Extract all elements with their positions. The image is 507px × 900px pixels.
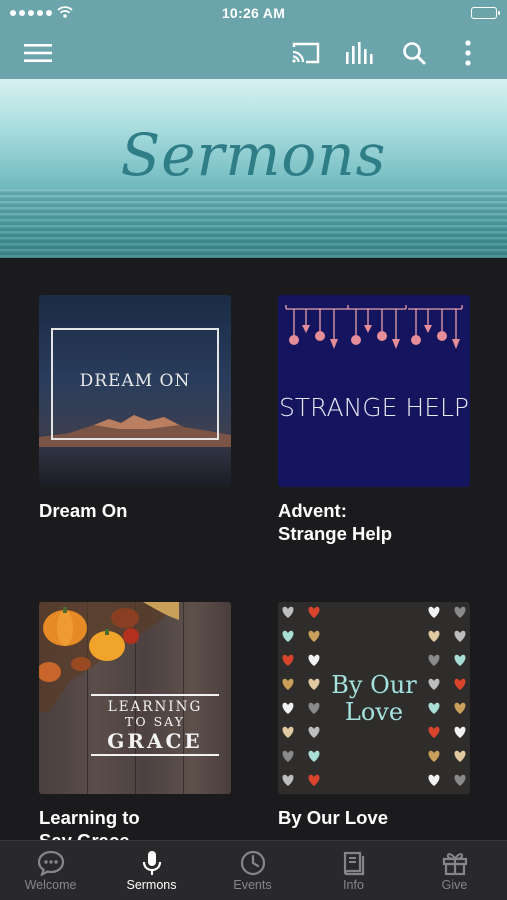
heart-shape [428,678,440,690]
sermons-banner: Sermons [0,79,507,258]
artwork-text-line: By Our [331,671,417,699]
sermon-title: By Our Love [278,806,470,829]
tab-label: Give [441,878,468,892]
heart-shape [308,606,320,618]
sermon-title: Dream On [39,499,231,522]
cast-icon [292,42,320,64]
heart-shape [308,774,320,786]
heart-shape [454,702,466,714]
chat-bubble-icon [37,850,64,876]
heart-shape [308,630,320,642]
app-screen: 10:26 AM Sermons DREAM ON Dream On STRAN… [0,0,507,900]
tab-info[interactable]: Info [303,841,404,900]
top-toolbar [0,28,507,79]
status-bar: 10:26 AM [0,0,507,28]
bottom-tab-bar: Welcome Sermons Events Info Give [0,840,507,900]
sermon-card-dream-on[interactable]: DREAM ON Dream On [39,295,231,522]
status-time: 10:26 AM [221,5,286,21]
menu-button[interactable] [22,38,54,68]
tab-events[interactable]: Events [202,841,303,900]
heart-shape [454,750,466,762]
heart-shape [282,774,294,786]
sermon-title-line: Say Grace [39,829,231,840]
tab-label: Events [233,878,272,892]
artwork-text: TO SAY [125,714,185,729]
sermon-artwork: LEARNING TO SAY GRACE [39,602,231,794]
heart-shape [454,726,466,738]
sermon-title-line: Strange Help [278,523,393,544]
heart-shape [454,774,466,786]
clock-icon [240,850,265,876]
heart-shape [282,606,294,618]
tab-label: Info [343,878,364,892]
search-icon [403,42,426,65]
book-icon [343,851,364,876]
heart-shape [428,702,440,714]
microphone-icon [142,851,161,875]
sermon-title-line: Dream On [39,500,128,521]
heart-shape [428,750,440,762]
heart-shape [428,630,440,642]
banner-title: Sermons [120,121,387,189]
heart-shape [282,630,294,642]
sermon-card-strange-help[interactable]: STRANGE HELP Advent: Strange Help [278,295,470,545]
artwork-text: DREAM ON [79,371,191,391]
equalizer-icon [346,42,373,64]
cast-button[interactable] [290,38,322,68]
heart-shape [454,678,466,690]
more-button[interactable] [452,38,484,68]
heart-shape [282,702,294,714]
tab-sermons[interactable]: Sermons [101,841,202,900]
ornaments-graphic [285,305,463,349]
tab-give[interactable]: Give [404,841,505,900]
sermon-title-line: By Our Love [278,807,388,828]
heart-shape [282,678,294,690]
heart-shape [282,726,294,738]
heart-shape [428,606,440,618]
heart-shape [428,774,440,786]
sermon-title: Learning to Say Grace [39,806,231,840]
heart-shape [308,750,320,762]
audio-button[interactable] [344,38,376,68]
sermon-artwork: DREAM ON [39,295,231,487]
heart-shape [454,606,466,618]
artwork-text: STRANGE HELP [278,393,469,422]
heart-shape [308,654,320,666]
more-vertical-icon [465,40,471,66]
banner-water [0,189,507,258]
artwork-text-box: LEARNING TO SAY GRACE [91,694,219,756]
tab-label: Sermons [126,878,177,892]
sermon-series-grid: DREAM ON Dream On STRANGE HELP Advent: S… [0,258,507,840]
heart-shape [454,654,466,666]
artwork-text-line: Love [344,698,404,726]
tab-welcome[interactable]: Welcome [0,841,101,900]
sermon-title-line: Learning to [39,807,140,828]
artwork-text: LEARNING [107,699,203,715]
gift-icon [442,853,467,876]
heart-shape [282,654,294,666]
search-button[interactable] [398,38,430,68]
tab-label: Welcome [24,878,77,892]
heart-shape [308,726,320,738]
battery-icon [471,7,500,19]
sermon-title: Advent: Strange Help [278,499,470,545]
sermon-card-by-our-love[interactable]: By Our Love By Our Love [278,602,470,829]
sermon-artwork: STRANGE HELP [278,295,470,487]
heart-shape [428,726,440,738]
sermon-card-say-grace[interactable]: LEARNING TO SAY GRACE Learning to Say Gr… [39,602,231,840]
artwork-text: By Our Love [318,672,430,726]
hamburger-icon [24,44,52,62]
heart-shape [282,750,294,762]
heart-shape [428,654,440,666]
heart-shape [454,630,466,642]
sermon-title-line: Advent: [278,500,347,521]
artwork-text: GRACE [107,729,203,753]
sermon-artwork: By Our Love [278,602,470,794]
